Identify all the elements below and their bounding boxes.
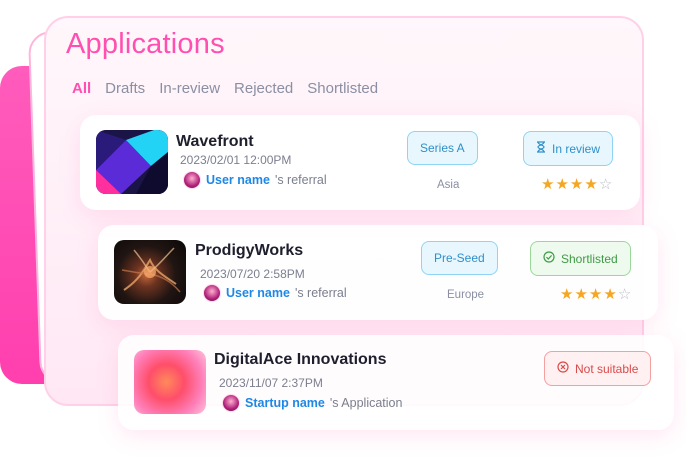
referral-suffix: 's Application (329, 396, 403, 410)
page-title: Applications (66, 28, 225, 60)
stage-badge: Pre-Seed (421, 241, 498, 275)
status-label: In review (552, 141, 601, 156)
stage-label: Pre-Seed (434, 251, 485, 265)
star-empty-icon: ☆ (617, 286, 632, 303)
referrer-link[interactable]: User name (226, 286, 290, 300)
status-badge[interactable]: Shortlisted (530, 241, 631, 276)
star-empty-icon: ☆ (598, 176, 613, 193)
tab-in-review[interactable]: In-review (159, 80, 220, 97)
company-logo-image (96, 130, 168, 194)
star-filled-icon: ★ (574, 286, 588, 303)
status-badge[interactable]: In review (523, 131, 614, 166)
star-filled-icon: ★ (588, 286, 603, 303)
star-filled-icon: ★ (541, 176, 555, 193)
x-circle-icon (557, 361, 569, 376)
tab-drafts[interactable]: Drafts (105, 80, 145, 97)
referral-suffix: 's referral (294, 286, 347, 300)
referral-line: User name 's referral (183, 171, 327, 189)
star-filled-icon: ★ (584, 176, 598, 193)
referral-line: Startup name 's Application (222, 394, 402, 412)
star-filled-icon: ★ (555, 176, 569, 193)
tab-shortlisted[interactable]: Shortlisted (307, 80, 378, 97)
submitted-datetime: 2023/11/07 2:37PM (219, 376, 323, 390)
avatar (222, 394, 240, 412)
rating-stars: ★ ★ ★ ★ ☆ (541, 177, 612, 192)
region-label: Europe (447, 289, 485, 301)
application-card[interactable]: DigitalAce Innovations 2023/11/07 2:37PM… (118, 335, 674, 430)
region-label: Asia (437, 179, 460, 191)
filter-tabs: All Drafts In-review Rejected Shortliste… (72, 80, 378, 97)
company-logo-image (114, 240, 186, 304)
status-label: Not suitable (575, 361, 639, 376)
star-filled-icon: ★ (560, 286, 574, 303)
company-name[interactable]: DigitalAce Innovations (214, 351, 386, 369)
referrer-link[interactable]: Startup name (245, 396, 325, 410)
status-label: Shortlisted (561, 251, 618, 266)
company-name[interactable]: Wavefront (176, 133, 254, 151)
star-filled-icon: ★ (603, 286, 617, 303)
stage-badge: Series A (407, 131, 478, 165)
star-filled-icon: ★ (569, 176, 584, 193)
tab-rejected[interactable]: Rejected (234, 80, 293, 97)
check-circle-icon (543, 251, 555, 266)
referral-suffix: 's referral (274, 173, 327, 187)
application-card[interactable]: Wavefront 2023/02/01 12:00PM User name 's… (80, 115, 640, 210)
referrer-link[interactable]: User name (206, 173, 270, 187)
submitted-datetime: 2023/07/20 2:58PM (200, 267, 305, 281)
referral-line: User name 's referral (203, 284, 347, 302)
company-name[interactable]: ProdigyWorks (195, 242, 303, 260)
status-badge[interactable]: Not suitable (544, 351, 652, 386)
rating-stars: ★ ★ ★ ★ ☆ (560, 287, 631, 302)
avatar (183, 171, 201, 189)
application-card[interactable]: ProdigyWorks 2023/07/20 2:58PM User name… (98, 225, 658, 320)
tab-all[interactable]: All (72, 80, 91, 97)
hourglass-icon (536, 141, 546, 156)
stage-label: Series A (420, 141, 465, 155)
submitted-datetime: 2023/02/01 12:00PM (180, 153, 292, 167)
avatar (203, 284, 221, 302)
company-logo-image (134, 350, 206, 414)
